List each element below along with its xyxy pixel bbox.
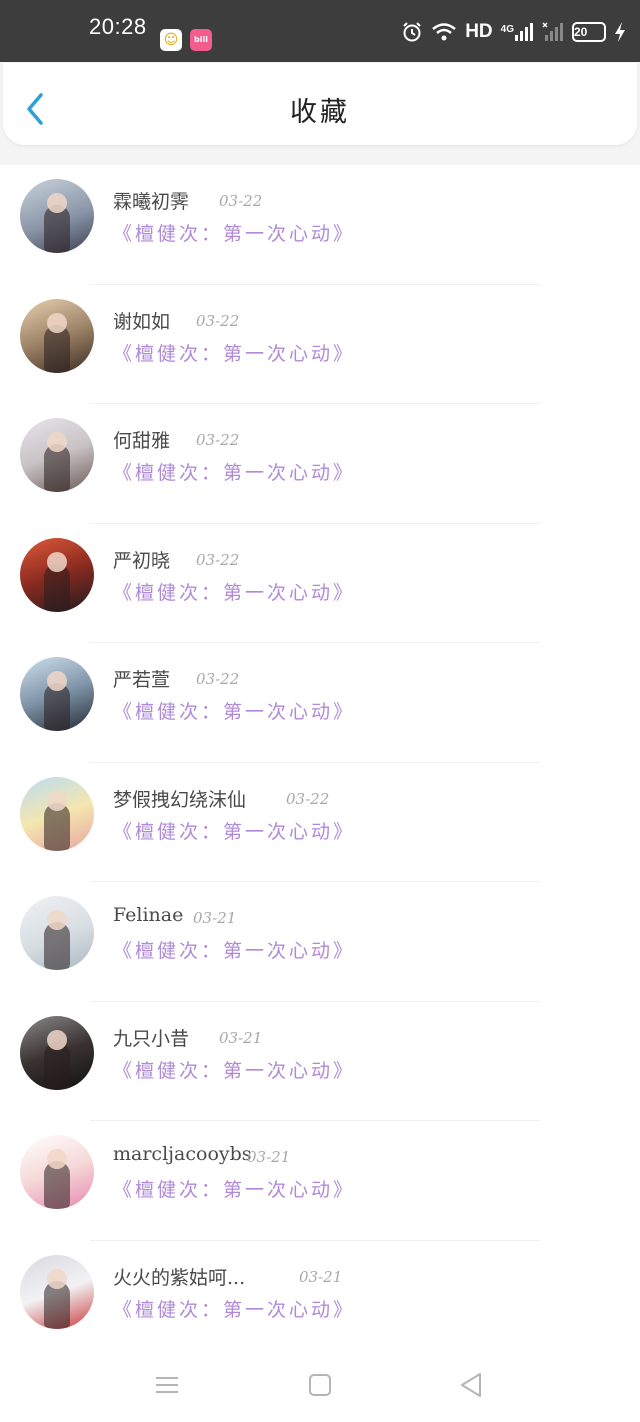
favorite-item[interactable]: 梦假拽幻绕沫仙 03-22 《檀健次：第一次心动》 <box>0 763 640 882</box>
user-name[interactable]: 火火的紫姑呵... <box>113 1263 245 1290</box>
avatar-figure-head <box>47 551 67 572</box>
avatar-figure-head <box>47 312 67 333</box>
user-name[interactable]: 严若萱 <box>113 665 170 692</box>
avatar-figure-head <box>47 1149 67 1169</box>
favorite-date: 03-21 <box>299 1267 343 1286</box>
charging-icon <box>614 21 626 43</box>
favorite-item[interactable]: marcljacooybs 03-21 《檀健次：第一次心动》 <box>0 1121 640 1241</box>
user-name[interactable]: 谢如如 <box>113 307 170 334</box>
user-name[interactable]: 九只小昔 <box>113 1024 189 1051</box>
alarm-icon <box>401 21 423 43</box>
avatar[interactable] <box>20 1015 94 1090</box>
avatar[interactable] <box>20 657 94 731</box>
hd-label: HD <box>465 21 493 42</box>
favorite-date: 03-22 <box>196 670 240 688</box>
favorite-content-title[interactable]: 《檀健次：第一次心动》 <box>113 936 355 963</box>
user-name[interactable]: marcljacooybs <box>113 1143 252 1165</box>
wifi-icon <box>431 22 457 42</box>
back-triangle-icon <box>461 1373 481 1397</box>
favorite-content-title[interactable]: 《檀健次：第一次心动》 <box>113 1056 355 1083</box>
signal-no-service-icon <box>542 22 564 42</box>
favorite-item[interactable]: 九只小昔 03-21 《檀健次：第一次心动》 <box>0 1002 640 1121</box>
favorite-content-title[interactable]: 《檀健次：第一次心动》 <box>113 817 355 844</box>
favorite-date: 03-22 <box>196 550 240 569</box>
favorite-content-title[interactable]: 《檀健次：第一次心动》 <box>113 1295 355 1322</box>
favorites-list: 霖曦初霁 03-22 《檀健次：第一次心动》 谢如如 03-22 《檀健次：第一次心动》何… <box>0 165 640 1360</box>
avatar[interactable] <box>20 1135 94 1209</box>
favorite-item[interactable]: Felinae 03-21 《檀健次：第一次心动》 <box>0 882 640 1002</box>
favorite-date: 03-22 <box>196 311 240 330</box>
avatar[interactable] <box>20 776 94 851</box>
favorite-item[interactable]: 火火的紫姑呵... 03-21 《檀健次：第一次心动》 <box>0 1241 640 1360</box>
favorite-date: 03-21 <box>193 909 237 927</box>
avatar[interactable] <box>20 179 94 253</box>
favorite-content-title[interactable]: 《檀健次：第一次心动》 <box>113 578 355 605</box>
favorite-date: 03-21 <box>219 1028 263 1047</box>
back-nav-button[interactable] <box>455 1368 489 1402</box>
favorite-item[interactable]: 何甜雅 03-22 《檀健次：第一次心动》 <box>0 404 640 524</box>
favorite-item[interactable]: 霖曦初霁 03-22 《檀健次：第一次心动》 <box>0 165 640 285</box>
favorite-item[interactable]: 严初晓 03-22 《檀健次：第一次心动》 <box>0 524 640 643</box>
avatar-figure-head <box>47 1029 67 1050</box>
favorite-date: 03-22 <box>196 431 240 449</box>
avatar-figure-head <box>47 1268 67 1289</box>
avatar[interactable] <box>20 537 94 612</box>
avatar-figure-head <box>47 790 67 811</box>
menu-button[interactable] <box>150 1368 184 1402</box>
avatar[interactable] <box>20 298 94 373</box>
bilibili-app-icon: bili <box>190 29 212 51</box>
avatar-figure-head <box>47 671 67 691</box>
avatar-figure-head <box>47 910 67 930</box>
header: 收藏 <box>3 63 637 145</box>
favorite-date: 03-22 <box>286 789 330 808</box>
avatar[interactable] <box>20 418 94 492</box>
header-area: 收藏 <box>0 62 640 165</box>
qq-app-icon: ☺ <box>160 29 182 51</box>
avatar-figure-head <box>47 432 67 452</box>
user-name[interactable]: Felinae <box>113 904 183 926</box>
signal-icon: 4G <box>501 22 534 42</box>
favorite-content-title[interactable]: 《檀健次：第一次心动》 <box>113 1175 355 1202</box>
page-title: 收藏 <box>290 97 350 128</box>
avatar-figure-head <box>47 193 67 213</box>
avatar[interactable] <box>20 896 94 970</box>
favorite-item[interactable]: 谢如如 03-22 《檀健次：第一次心动》 <box>0 285 640 404</box>
status-time: 20:28 <box>89 14 147 39</box>
home-button[interactable] <box>303 1368 337 1402</box>
status-indicators: HD 4G 20 <box>401 16 626 48</box>
favorite-content-title[interactable]: 《檀健次：第一次心动》 <box>113 697 355 724</box>
avatar[interactable] <box>20 1254 94 1329</box>
favorite-date: 03-22 <box>219 192 263 210</box>
network-label: 4G <box>500 24 514 35</box>
favorite-content-title[interactable]: 《檀健次：第一次心动》 <box>113 219 355 246</box>
user-name[interactable]: 何甜雅 <box>113 426 170 453</box>
navigation-bar <box>0 1350 640 1422</box>
menu-icon <box>156 1377 178 1393</box>
favorite-item[interactable]: 严若萱 03-22 《檀健次：第一次心动》 <box>0 643 640 763</box>
user-name[interactable]: 梦假拽幻绕沫仙 <box>113 785 246 812</box>
favorite-content-title[interactable]: 《檀健次：第一次心动》 <box>113 339 355 366</box>
user-name[interactable]: 霖曦初霁 <box>113 187 189 214</box>
favorite-date: 03-21 <box>247 1148 291 1166</box>
battery-icon: 20 <box>572 22 606 42</box>
home-square-icon <box>309 1374 331 1396</box>
status-bar: 20:28 ☺ bili HD 4G 20 <box>0 0 640 62</box>
user-name[interactable]: 严初晓 <box>113 546 170 573</box>
favorite-content-title[interactable]: 《檀健次：第一次心动》 <box>113 458 355 485</box>
